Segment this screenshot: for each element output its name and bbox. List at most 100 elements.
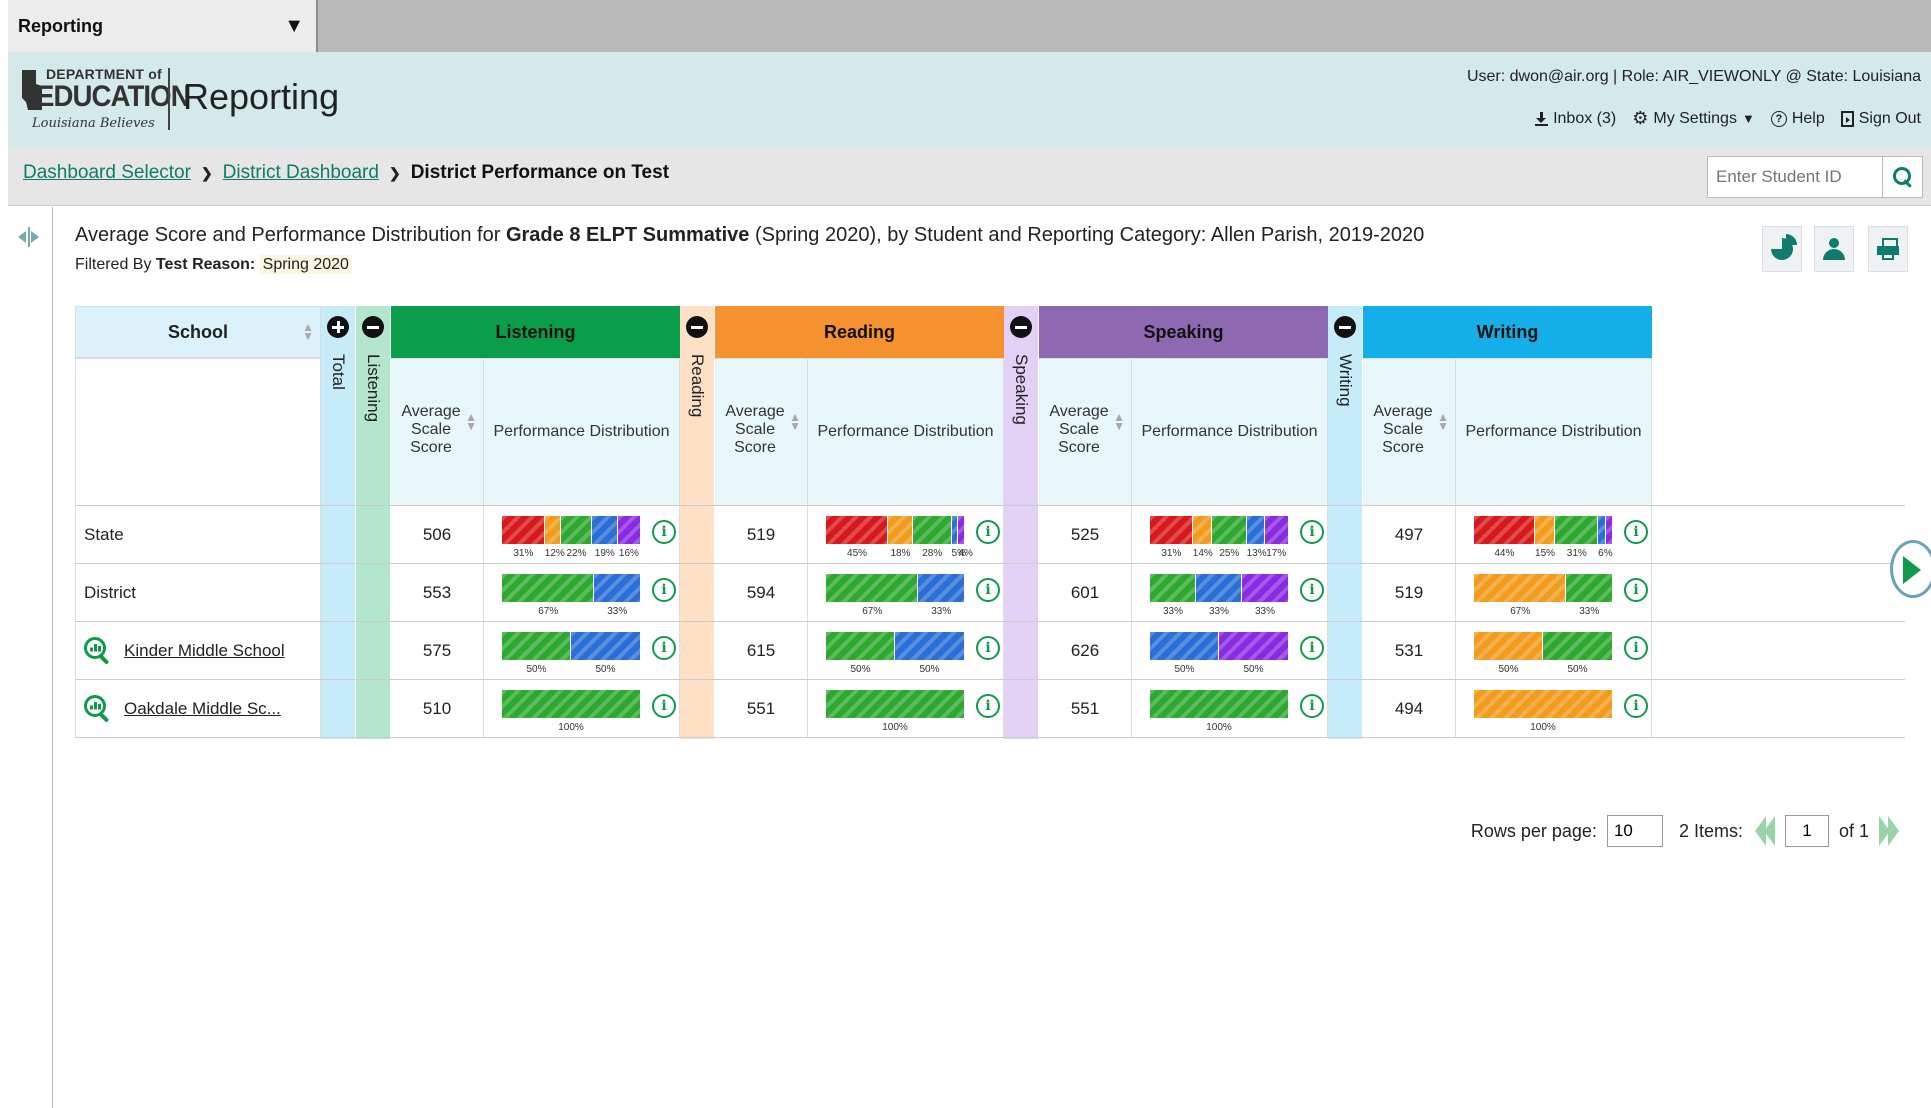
distribution-segment: [1150, 516, 1193, 544]
info-icon[interactable]: i: [1300, 636, 1324, 660]
speaking-collapse-column: Speaking: [1004, 306, 1039, 739]
info-icon[interactable]: i: [976, 694, 1000, 718]
filter-key: Test Reason:: [155, 256, 256, 273]
writing-avg-score-label: Average Scale Score: [1373, 403, 1433, 456]
breadcrumb-district-dashboard[interactable]: District Dashboard: [223, 162, 379, 184]
distribution-segment: [1196, 574, 1242, 602]
row-label[interactable]: Kinder Middle School: [75, 622, 321, 679]
chart-view-button[interactable]: [1762, 226, 1802, 272]
student-id-input[interactable]: [1708, 157, 1882, 197]
distribution-bar[interactable]: [826, 632, 964, 660]
percent-label: 67%: [1510, 606, 1531, 617]
distribution-bar[interactable]: [502, 574, 640, 602]
distribution-segment: [1212, 516, 1247, 544]
info-icon[interactable]: i: [1300, 578, 1324, 602]
info-icon[interactable]: i: [976, 520, 1000, 544]
info-icon[interactable]: i: [1300, 694, 1324, 718]
rows-per-page-label: Rows per page:: [1470, 820, 1597, 841]
collapse-writing-icon[interactable]: [1334, 316, 1356, 338]
sign-out-link[interactable]: Sign Out: [1840, 110, 1921, 128]
search-button[interactable]: [1882, 157, 1922, 197]
distribution-bar[interactable]: [502, 632, 640, 660]
reading-avg-score-header[interactable]: Average Scale Score ▲ ▼: [715, 358, 808, 505]
distribution-bar[interactable]: [502, 690, 640, 718]
student-view-button[interactable]: [1814, 226, 1854, 272]
distribution-segment: [826, 574, 919, 602]
distribution-bar[interactable]: [1150, 632, 1288, 660]
percent-label: 44%: [1494, 548, 1515, 559]
performance-distribution-cell: 67% 33% i: [808, 564, 1004, 621]
speaking-distribution-label: Performance Distribution: [1141, 423, 1318, 440]
info-icon[interactable]: i: [652, 636, 676, 660]
school-link[interactable]: Kinder Middle School: [124, 641, 285, 661]
sort-icon[interactable]: ▲ ▼: [465, 411, 477, 432]
inbox-label: Inbox (3): [1553, 109, 1617, 127]
collapse-reading-icon[interactable]: [686, 316, 708, 338]
distribution-bar[interactable]: [826, 690, 964, 718]
info-icon[interactable]: i: [1624, 636, 1648, 660]
info-icon[interactable]: i: [652, 520, 676, 544]
expand-collapse-icon[interactable]: [18, 227, 42, 247]
help-icon: ?: [1770, 110, 1787, 127]
distribution-segment: [1242, 574, 1288, 602]
info-icon[interactable]: i: [1624, 520, 1648, 544]
settings-link[interactable]: ⚙ My Settings ▼: [1632, 108, 1755, 129]
sort-icon[interactable]: ▲ ▼: [789, 411, 801, 432]
rows-per-page-input[interactable]: [1606, 815, 1663, 847]
distribution-bar[interactable]: [502, 516, 640, 544]
row-label[interactable]: Oakdale Middle Sc...: [75, 680, 321, 737]
scroll-right-icon[interactable]: [1890, 540, 1931, 598]
school-link[interactable]: Oakdale Middle Sc...: [124, 699, 281, 719]
sort-icon[interactable]: ▲ ▼: [1437, 411, 1449, 432]
info-icon[interactable]: i: [976, 636, 1000, 660]
distribution-percent-labels: 44% 15% 31% 6%: [1474, 548, 1612, 560]
drill-down-icon[interactable]: [84, 694, 112, 723]
writing-distribution-label: Performance Distribution: [1465, 423, 1642, 440]
info-icon[interactable]: i: [976, 578, 1000, 602]
distribution-bar[interactable]: [1474, 516, 1612, 544]
percent-label: 33%: [1162, 606, 1183, 617]
education-logo[interactable]: DEPARTMENT of EDUCATION Louisiana Believ…: [22, 66, 191, 132]
listening-avg-score-header[interactable]: Average Scale Score ▲ ▼: [391, 358, 484, 505]
collapse-speaking-icon[interactable]: [1010, 316, 1032, 338]
percent-label: 50%: [1243, 664, 1264, 675]
print-button[interactable]: [1868, 226, 1908, 272]
report-title: Average Score and Performance Distributi…: [75, 224, 1424, 247]
distribution-bar[interactable]: [826, 574, 964, 602]
distribution-percent-labels: 67% 33%: [1474, 606, 1612, 618]
percent-label: 17%: [1266, 548, 1287, 559]
app-selector-dropdown[interactable]: Reporting ▼: [8, 0, 318, 52]
info-icon[interactable]: i: [1300, 520, 1324, 544]
next-page-icon[interactable]: [1879, 816, 1901, 846]
distribution-bar[interactable]: [1474, 690, 1612, 718]
info-icon[interactable]: i: [1624, 578, 1648, 602]
report-title-prefix: Average Score and Performance Distributi…: [75, 224, 506, 246]
info-icon[interactable]: i: [652, 694, 676, 718]
info-icon[interactable]: i: [1624, 694, 1648, 718]
distribution-segment: [1474, 574, 1567, 602]
distribution-segment: [594, 574, 640, 602]
page-number-input[interactable]: [1784, 815, 1829, 847]
distribution-bar[interactable]: [1150, 516, 1288, 544]
info-icon[interactable]: i: [652, 578, 676, 602]
inbox-link[interactable]: Inbox (3): [1535, 110, 1616, 128]
sort-icon[interactable]: ▲ ▼: [302, 321, 314, 342]
sort-icon[interactable]: ▲ ▼: [1113, 411, 1125, 432]
school-column-header[interactable]: School ▲ ▼: [75, 306, 321, 358]
breadcrumb-dashboard-selector[interactable]: Dashboard Selector: [23, 162, 191, 184]
drill-down-icon[interactable]: [84, 636, 112, 665]
distribution-bar[interactable]: [1150, 574, 1288, 602]
collapse-listening-icon[interactable]: [362, 316, 384, 338]
distribution-bar[interactable]: [1150, 690, 1288, 718]
listening-collapse-column: Listening: [356, 306, 391, 739]
avg-scale-score: 551: [715, 680, 808, 737]
expand-total-icon[interactable]: [327, 316, 349, 338]
distribution-bar[interactable]: [826, 516, 964, 544]
writing-avg-score-header[interactable]: Average Scale Score ▲ ▼: [1363, 358, 1456, 505]
help-link[interactable]: ? Help: [1770, 110, 1825, 128]
distribution-bar[interactable]: [1474, 632, 1612, 660]
previous-page-icon[interactable]: [1753, 816, 1775, 846]
distribution-bar[interactable]: [1474, 574, 1612, 602]
speaking-avg-score-header[interactable]: Average Scale Score ▲ ▼: [1039, 358, 1132, 505]
distribution-segment: [1474, 516, 1535, 544]
